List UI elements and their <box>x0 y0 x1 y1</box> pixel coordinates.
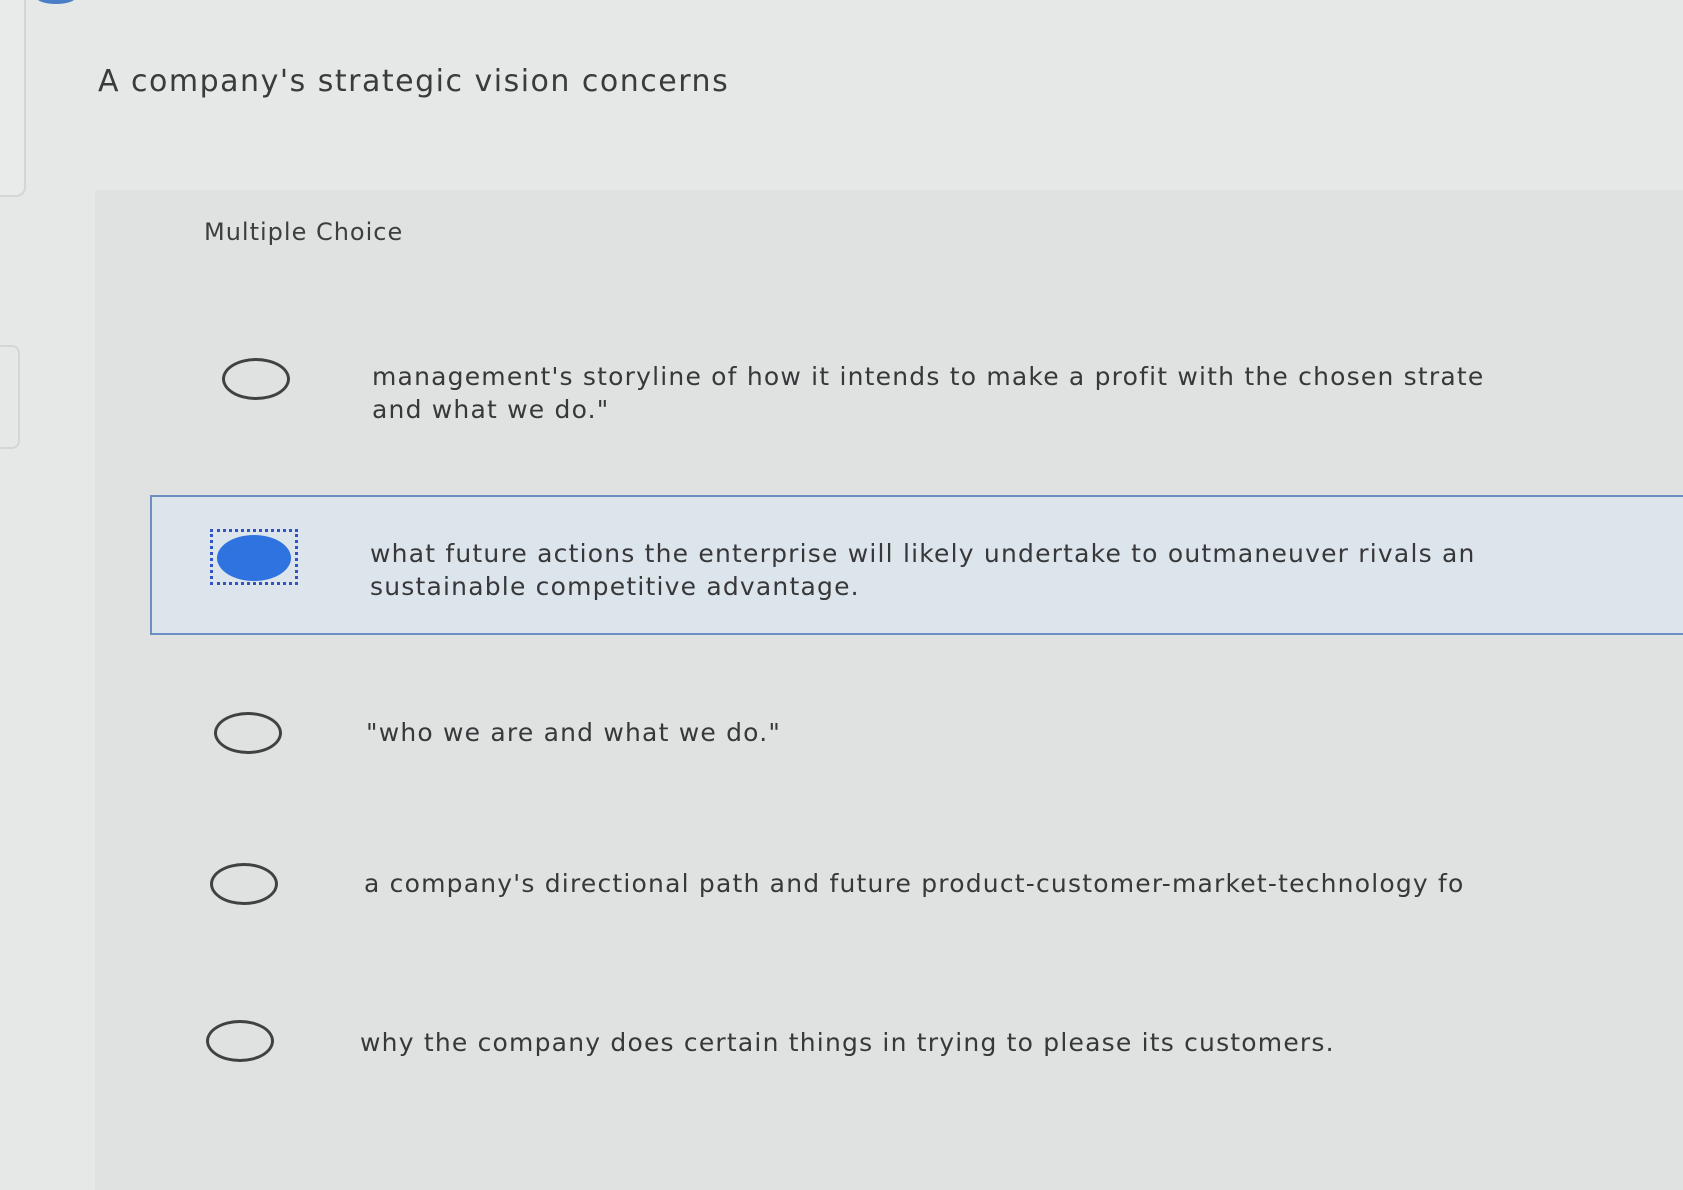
choice-option-4[interactable]: a company's directional path and future … <box>150 845 1683 935</box>
choice-list: management's storyline of how it intends… <box>0 0 1683 1183</box>
choice-text-line-2: sustainable competitive advantage. <box>370 572 860 601</box>
choice-text-line-2: and what we do." <box>372 395 610 424</box>
choice-text-line-1: management's storyline of how it intends… <box>372 362 1485 391</box>
radio-button-option-4[interactable] <box>210 863 278 905</box>
radio-selected-dot <box>217 535 291 581</box>
choice-text-line-1: "who we are and what we do." <box>366 718 782 747</box>
choice-text-line-1: what future actions the enterprise will … <box>370 539 1476 568</box>
choice-option-1[interactable]: management's storyline of how it intends… <box>150 330 1683 440</box>
radio-button-option-3[interactable] <box>214 712 282 754</box>
choice-text-option-1: management's storyline of how it intends… <box>372 360 1484 426</box>
choice-text-option-2: what future actions the enterprise will … <box>370 537 1476 603</box>
choice-option-5[interactable]: why the company does certain things in t… <box>150 1000 1683 1090</box>
radio-button-option-5[interactable] <box>206 1020 274 1062</box>
choice-option-3[interactable]: "who we are and what we do." <box>150 690 1683 780</box>
choice-option-2[interactable]: what future actions the enterprise will … <box>150 495 1683 635</box>
radio-button-option-1[interactable] <box>222 358 290 400</box>
choice-text-option-3: "who we are and what we do." <box>366 716 781 749</box>
choice-text-option-4: a company's directional path and future … <box>364 867 1465 900</box>
radio-button-option-2-selected[interactable] <box>217 535 291 581</box>
choice-text-line-1: why the company does certain things in t… <box>360 1028 1335 1057</box>
choice-text-line-1: a company's directional path and future … <box>364 869 1465 898</box>
choice-text-option-5: why the company does certain things in t… <box>360 1026 1335 1059</box>
